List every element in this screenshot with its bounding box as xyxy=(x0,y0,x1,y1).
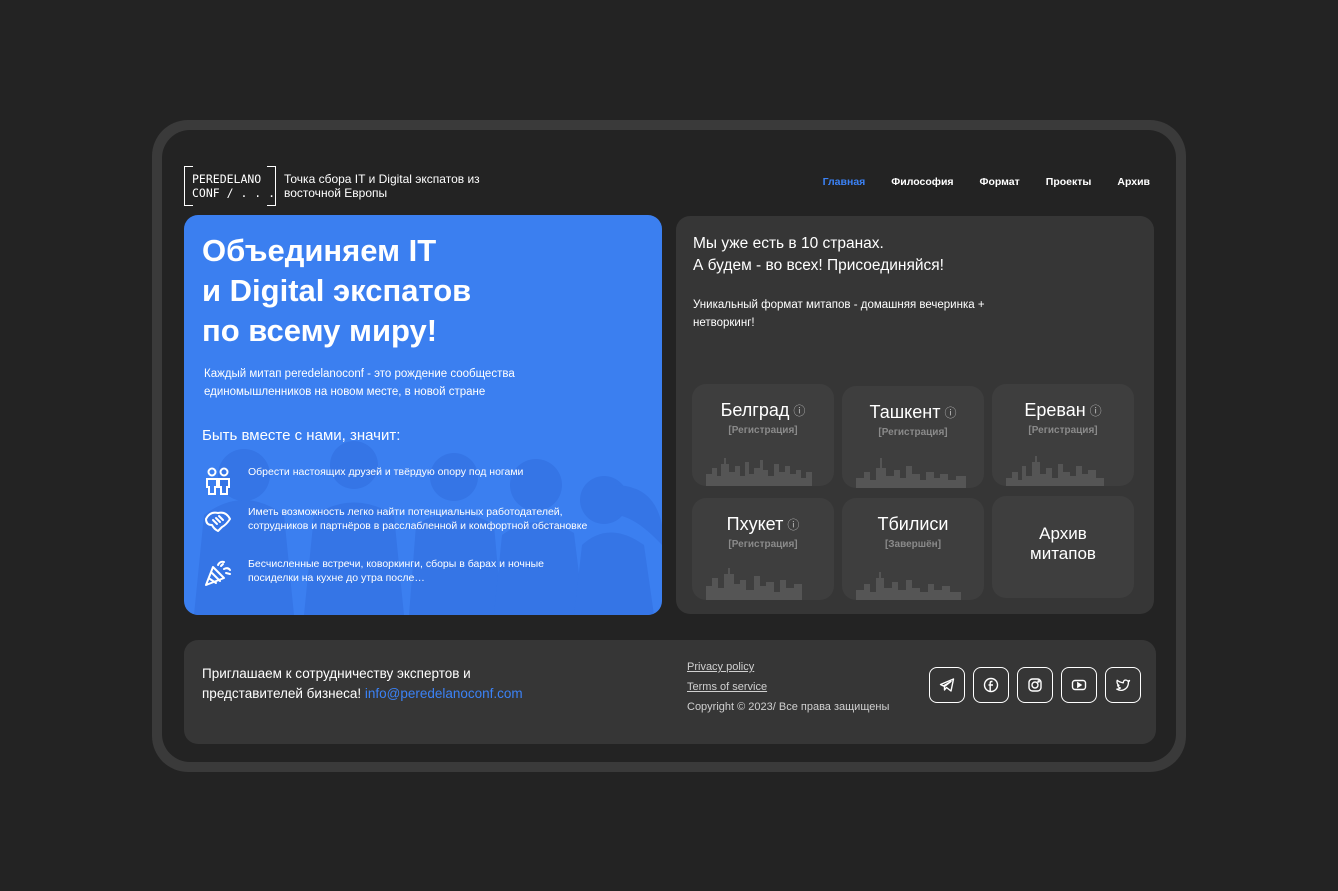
telegram-button[interactable] xyxy=(929,667,965,703)
hero-title: Объединяем IT и Digital экспатов по всем… xyxy=(202,231,502,351)
device-frame: PEREDELANO CONF / . . . Точка сбора IT и… xyxy=(152,120,1186,772)
hero-lead: Каждый митап peredelanoconf - это рожден… xyxy=(204,368,515,398)
hero-subtitle: Быть вместе с нами, значит: xyxy=(202,427,401,444)
benefit-text: Бесчисленные встречи, коворкинги, сборы … xyxy=(248,558,545,584)
email-link[interactable]: info@peredelanoconf.com xyxy=(365,686,523,701)
nav-item-projects[interactable]: Проекты xyxy=(1046,176,1092,188)
logo-line-2: CONF / . . . xyxy=(192,186,276,200)
city-status: [Регистрация] xyxy=(728,425,798,436)
hero-title-line-1: Объединяем IT xyxy=(202,233,437,268)
city-card-belgrade[interactable]: Белград ⓘ [Регистрация] xyxy=(692,384,834,486)
panel-heading: Мы уже есть в 10 странах. А будем - во в… xyxy=(693,233,944,277)
site-logo[interactable]: PEREDELANO CONF / . . . xyxy=(184,166,276,206)
benefit-item: Обрести настоящих друзей и твёрдую опору… xyxy=(202,465,588,497)
instagram-icon xyxy=(1028,678,1042,692)
city-card-phuket[interactable]: Пхукет ⓘ [Регистрация] xyxy=(692,498,834,600)
archive-title: Архив митапов xyxy=(992,524,1134,564)
city-status: [Регистрация] xyxy=(1028,425,1098,436)
skyline-icon xyxy=(856,458,966,488)
benefit-text: Иметь возможность легко найти потенциаль… xyxy=(248,506,588,532)
footer-invite: Приглашаем к сотрудничеству экспертов и … xyxy=(202,664,532,704)
city-name: Ташкент xyxy=(869,402,941,422)
skyline-icon xyxy=(706,458,812,486)
twitter-button[interactable] xyxy=(1105,667,1141,703)
city-card-tbilisi[interactable]: Тбилиси [Завершён] xyxy=(842,498,984,600)
privacy-policy-link[interactable]: Privacy policy xyxy=(687,660,889,674)
benefit-item: Иметь возможность легко найти потенциаль… xyxy=(202,505,588,537)
nav-item-archive[interactable]: Архив xyxy=(1117,176,1150,188)
benefit-item: Бесчисленные встречи, коворкинги, сборы … xyxy=(202,557,588,589)
city-status: [Регистрация] xyxy=(728,539,798,550)
facebook-button[interactable] xyxy=(973,667,1009,703)
city-title: Ташкент ⓘ xyxy=(842,402,984,423)
logo-line-1: PEREDELANO xyxy=(192,172,262,186)
youtube-icon xyxy=(1071,679,1087,691)
city-title: Белград ⓘ xyxy=(692,400,834,421)
friends-icon xyxy=(206,467,230,495)
archive-card[interactable]: Архив митапов xyxy=(992,496,1134,598)
archive-title-line-1: Архив xyxy=(1039,524,1087,543)
archive-title-line-2: митапов xyxy=(1030,544,1096,563)
city-name: Белград xyxy=(720,400,790,420)
city-name: Тбилиси xyxy=(877,514,949,534)
instagram-button[interactable] xyxy=(1017,667,1053,703)
info-icon[interactable]: ⓘ xyxy=(787,516,799,533)
info-icon[interactable]: ⓘ xyxy=(1090,402,1102,419)
site-tagline: Точка сбора IT и Digital экспатов из вос… xyxy=(284,172,480,200)
social-links xyxy=(929,667,1141,703)
city-name: Ереван xyxy=(1024,400,1086,420)
city-title: Ереван ⓘ xyxy=(992,400,1134,421)
skyline-icon xyxy=(856,572,961,600)
info-icon[interactable]: ⓘ xyxy=(944,404,956,421)
benefit-text: Обрести настоящих друзей и твёрдую опору… xyxy=(248,466,524,478)
site-footer: Приглашаем к сотрудничеству экспертов и … xyxy=(184,640,1156,744)
city-name: Пхукет xyxy=(726,514,784,534)
panel-heading-line-2: А будем - во всех! Присоединяйся! xyxy=(693,257,944,274)
main-nav: Главная Философия Формат Проекты Архив xyxy=(823,176,1150,188)
city-card-yerevan[interactable]: Ереван ⓘ [Регистрация] xyxy=(992,384,1134,486)
cities-panel: Мы уже есть в 10 странах. А будем - во в… xyxy=(676,216,1154,614)
nav-item-home[interactable]: Главная xyxy=(823,176,866,188)
site-screen: PEREDELANO CONF / . . . Точка сбора IT и… xyxy=(162,130,1176,762)
panel-description: Уникальный формат митапов - домашняя веч… xyxy=(693,299,985,329)
info-icon[interactable]: ⓘ xyxy=(793,402,805,419)
terms-of-service-link[interactable]: Terms of service xyxy=(687,680,889,694)
telegram-icon xyxy=(939,678,955,692)
footer-links: Privacy policy Terms of service Copyrigh… xyxy=(687,660,889,714)
city-status: [Завершён] xyxy=(884,539,942,550)
city-title: Тбилиси xyxy=(842,514,984,535)
youtube-button[interactable] xyxy=(1061,667,1097,703)
nav-item-philosophy[interactable]: Философия xyxy=(891,176,953,188)
city-title: Пхукет ⓘ xyxy=(692,514,834,535)
facebook-icon xyxy=(983,677,999,693)
city-card-tashkent[interactable]: Ташкент ⓘ [Регистрация] xyxy=(842,386,984,488)
copyright-text: Copyright © 2023/ Все права защищены xyxy=(687,701,890,713)
party-popper-icon xyxy=(205,560,231,586)
twitter-icon xyxy=(1116,679,1131,692)
hero-title-line-2: и Digital экспатов xyxy=(202,273,472,308)
hero-card: Объединяем IT и Digital экспатов по всем… xyxy=(184,215,662,615)
hero-title-line-3: по всему миру! xyxy=(202,313,438,348)
handshake-icon xyxy=(205,511,231,532)
skyline-icon xyxy=(1006,456,1104,486)
skyline-icon xyxy=(706,568,802,600)
city-status: [Регистрация] xyxy=(878,427,948,438)
nav-item-format[interactable]: Формат xyxy=(980,176,1020,188)
panel-heading-line-1: Мы уже есть в 10 странах. xyxy=(693,235,884,252)
